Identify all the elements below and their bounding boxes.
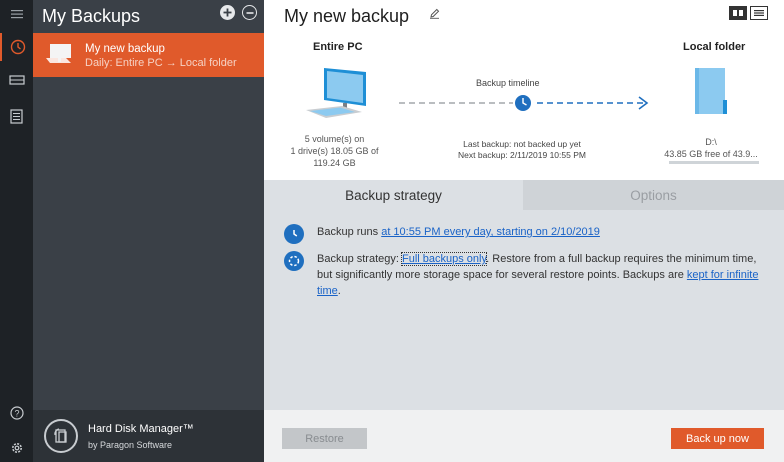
backups-panel: My Backups My new backup Daily: Entire P… [33,0,264,462]
drive-icon[interactable] [0,66,33,94]
restore-button[interactable]: Restore [282,428,367,449]
summary-view-button[interactable] [729,6,747,20]
strategy-row: Backup strategy: Full backups only. Rest… [284,251,764,299]
next-backup-text: Next backup: 2/11/2019 10:55 PM [458,150,586,160]
brand-footer: Hard Disk Manager™ by Paragon Software [33,410,264,462]
list-view-button[interactable] [750,6,768,20]
navigation-rail: ? [0,0,33,462]
clock-icon [284,224,304,244]
page-title: My new backup [284,6,410,26]
back-up-now-button[interactable]: Back up now [671,428,764,449]
backup-details: My new backup Entire PC 5 volume(s) on 1… [264,0,784,462]
backup-list-item[interactable]: My new backup Daily: Entire PC → Local f… [33,33,264,77]
strategy-prefix: Backup strategy: [317,253,402,265]
svg-text:?: ? [14,409,19,419]
backups-title: My Backups [42,5,141,26]
brand-name: Hard Disk Manager™ [88,423,194,435]
strategy-panel: Backup runs at 10:55 PM every day, start… [264,210,784,410]
computer-icon[interactable] [304,66,368,127]
source-info: 5 volume(s) on 1 drive(s) 18.05 GB of 11… [284,133,385,169]
schedule-prefix: Backup runs [317,226,382,238]
remove-backup-button[interactable] [242,5,257,20]
source-info-line: 1 drive(s) 18.05 GB of [290,146,379,156]
backup-thumbnail-icon [44,42,74,71]
menu-icon[interactable] [0,0,33,28]
strategy-icon [284,251,304,271]
destination-usage-bar [669,161,759,164]
paragon-logo-icon [44,419,78,453]
strategy-text: Backup strategy: Full backups only. Rest… [317,251,764,299]
backup-timeline [397,92,653,117]
strategy-suffix: . [337,285,341,297]
backups-header: My Backups [33,0,264,32]
settings-icon[interactable] [0,434,33,462]
view-toggle [729,6,768,20]
tab-bar: Backup strategy Options [264,180,784,210]
timeline-label: Backup timeline [476,78,540,88]
schedule-row: Backup runs at 10:55 PM every day, start… [284,224,764,244]
source-info-line: 5 volume(s) on [304,134,365,144]
source-label: Entire PC [313,41,363,53]
timeline-info: Last backup: not backed up yet Next back… [444,139,600,161]
folder-icon[interactable] [693,66,731,121]
add-backup-button[interactable] [220,5,235,20]
destination-label: Local folder [683,41,746,53]
source-info-line: 119.24 GB [313,158,356,168]
backup-item-name: My new backup [85,43,165,55]
action-footer: Restore Back up now [264,410,784,462]
tab-options[interactable]: Options [523,180,784,210]
brand-subtitle: by Paragon Software [88,440,173,450]
schedule-text: Backup runs at 10:55 PM every day, start… [317,224,600,240]
last-backup-text: Last backup: not backed up yet [463,139,581,149]
destination-free-space: 43.85 GB free of 43.9... [664,149,758,159]
log-icon[interactable] [0,102,33,130]
tab-backup-strategy[interactable]: Backup strategy [264,180,523,210]
history-icon[interactable] [0,33,33,61]
backup-item-description: Daily: Entire PC → Local folder [85,57,237,69]
help-icon[interactable]: ? [0,399,33,427]
destination-path: D:\ [705,137,717,147]
edit-title-icon[interactable] [429,8,440,22]
schedule-link[interactable]: at 10:55 PM every day, starting on 2/10/… [381,226,600,238]
full-backups-link[interactable]: Full backups only [400,252,488,266]
